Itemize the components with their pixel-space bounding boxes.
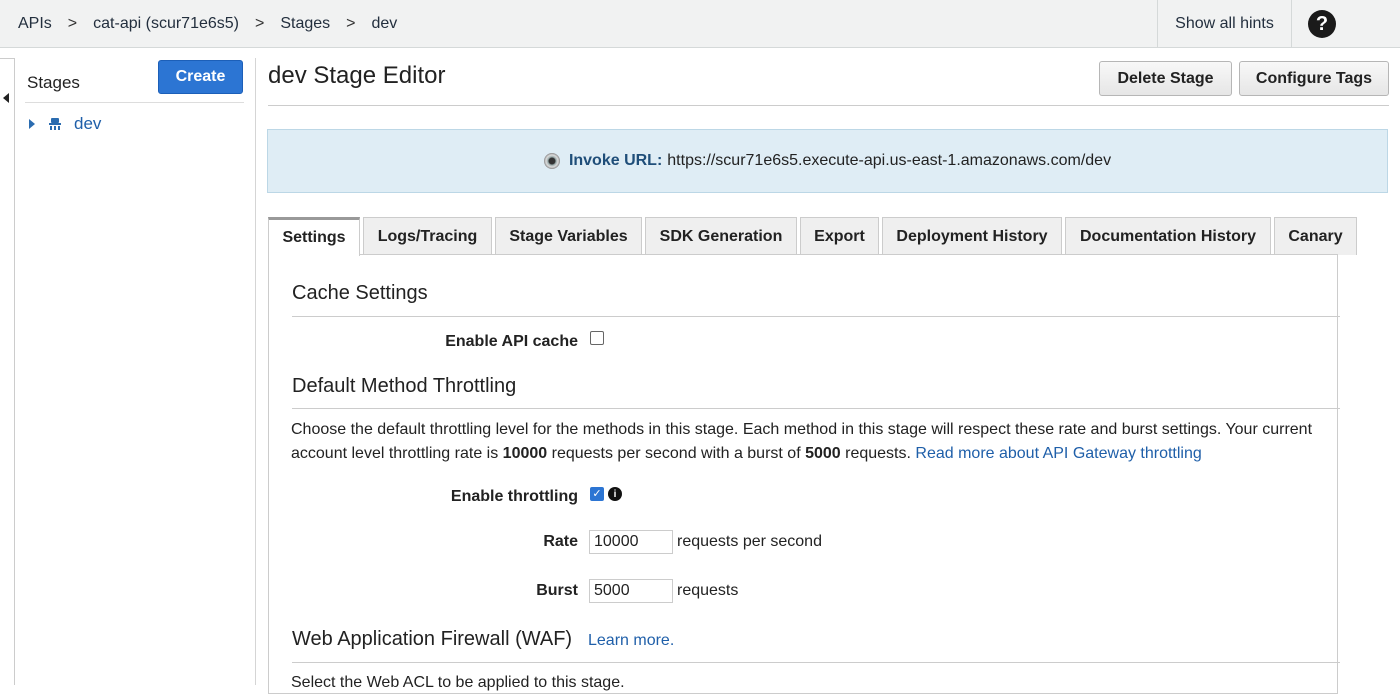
delete-stage-button[interactable]: Delete Stage xyxy=(1099,61,1232,96)
divider xyxy=(268,105,1389,106)
breadcrumb-stages[interactable]: Stages xyxy=(280,15,330,33)
divider xyxy=(25,102,244,103)
throttling-description: Choose the default throttling level for … xyxy=(291,418,1341,466)
help-icon[interactable]: ? xyxy=(1308,10,1336,38)
divider xyxy=(292,408,1340,409)
divider xyxy=(292,662,1340,663)
tab-documentation-history[interactable]: Documentation History xyxy=(1065,217,1271,255)
breadcrumb-api[interactable]: cat-api (scur71e6s5) xyxy=(93,15,239,33)
rate-input[interactable] xyxy=(589,530,673,554)
create-stage-button[interactable]: Create xyxy=(158,60,243,94)
tab-deployment-history[interactable]: Deployment History xyxy=(882,217,1062,255)
burst-unit: requests xyxy=(677,582,739,599)
tab-stage-variables[interactable]: Stage Variables xyxy=(495,217,642,255)
configure-tags-button[interactable]: Configure Tags xyxy=(1239,61,1389,96)
enable-throttling-label: Enable throttling xyxy=(450,488,578,505)
tab-settings[interactable]: Settings xyxy=(268,217,360,256)
waf-learn-more-link[interactable]: Learn more. xyxy=(588,632,674,650)
throttling-heading: Default Method Throttling xyxy=(292,375,517,397)
breadcrumb-apis[interactable]: APIs xyxy=(18,15,52,33)
tab-sdk-generation[interactable]: SDK Generation xyxy=(645,217,797,255)
tab-export[interactable]: Export xyxy=(800,217,879,255)
breadcrumb-separator: > xyxy=(254,15,265,32)
show-all-hints-button[interactable]: Show all hints xyxy=(1157,0,1292,48)
expand-arrow-icon[interactable] xyxy=(29,119,35,129)
waf-description: Select the Web ACL to be applied to this… xyxy=(291,674,625,691)
divider xyxy=(292,316,1340,317)
sidebar-collapse-strip xyxy=(0,58,15,685)
invoke-url-value[interactable]: https://scur71e6s5.execute-api.us-east-1… xyxy=(667,152,1111,170)
throttling-description-text: requests. xyxy=(840,445,916,462)
enable-api-cache-checkbox[interactable] xyxy=(590,331,604,345)
burst-input[interactable] xyxy=(589,579,673,603)
breadcrumb-separator: > xyxy=(67,15,78,32)
enable-api-cache-label: Enable API cache xyxy=(445,333,578,350)
account-burst-value: 5000 xyxy=(805,445,841,462)
top-bar: APIs > cat-api (scur71e6s5) > Stages > d… xyxy=(0,0,1400,48)
rate-unit: requests per second xyxy=(677,533,822,550)
stage-label: dev xyxy=(74,114,102,133)
burst-label: Burst xyxy=(536,582,578,599)
tab-canary[interactable]: Canary xyxy=(1274,217,1357,255)
breadcrumb: APIs > cat-api (scur71e6s5) > Stages > d… xyxy=(18,0,397,48)
globe-icon xyxy=(543,153,560,169)
breadcrumb-stage[interactable]: dev xyxy=(371,15,397,33)
collapse-arrow-icon[interactable] xyxy=(3,93,9,103)
stage-icon xyxy=(49,118,61,130)
info-icon[interactable]: i xyxy=(608,487,622,501)
cache-settings-heading: Cache Settings xyxy=(292,282,428,304)
throttling-description-text: requests per second with a burst of xyxy=(547,445,806,462)
breadcrumb-separator: > xyxy=(346,15,356,32)
read-more-throttling-link[interactable]: Read more about API Gateway throttling xyxy=(915,445,1201,462)
invoke-url-label: Invoke URL: xyxy=(568,152,663,169)
tab-logs-tracing[interactable]: Logs/Tracing xyxy=(363,217,492,255)
stage-tree-item-dev[interactable]: dev xyxy=(29,114,101,134)
invoke-url-banner: Invoke URL: https://scur71e6s5.execute-a… xyxy=(267,129,1388,193)
account-rate-value: 10000 xyxy=(502,445,548,462)
stages-panel: Stages Create dev xyxy=(15,58,256,685)
waf-heading: Web Application Firewall (WAF) xyxy=(292,628,573,650)
enable-throttling-checkbox[interactable]: ✓ xyxy=(590,487,604,501)
rate-label: Rate xyxy=(543,533,578,550)
page-title: dev Stage Editor xyxy=(268,62,446,89)
stages-title: Stages xyxy=(27,73,80,92)
